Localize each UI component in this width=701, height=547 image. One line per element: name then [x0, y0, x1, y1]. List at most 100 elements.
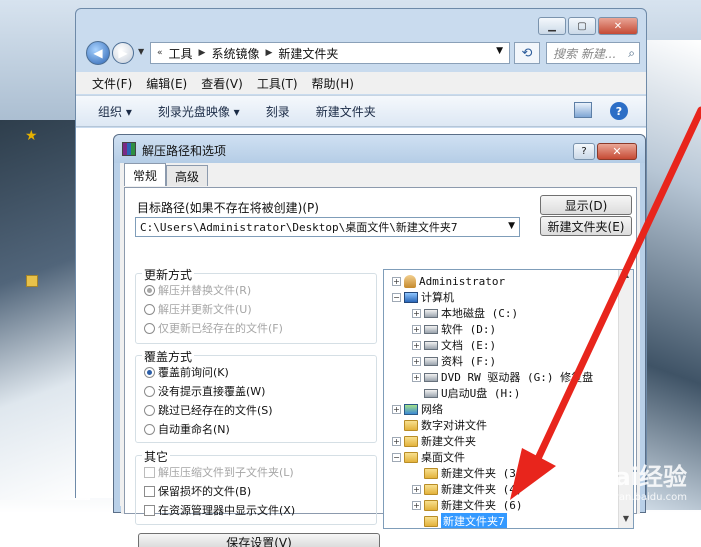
- overwrite-option-rename[interactable]: 自动重命名(N): [144, 421, 230, 437]
- overwrite-option-silent[interactable]: 没有提示直接覆盖(W): [144, 383, 265, 399]
- breadcrumb-root-chevron-icon[interactable]: «: [157, 48, 163, 58]
- tree-item-folder[interactable]: 数字对讲文件: [404, 417, 487, 433]
- tree-item-desktop-files[interactable]: − 桌面文件: [392, 449, 465, 465]
- tab-general[interactable]: 常规: [124, 163, 167, 186]
- new-folder-toolbar-button[interactable]: 新建文件夹: [316, 103, 376, 120]
- tree-item-drive-e[interactable]: + 文档 (E:): [412, 337, 496, 353]
- update-option-fresh[interactable]: 仅更新已经存在的文件(F): [144, 320, 283, 336]
- radio-icon[interactable]: [144, 366, 155, 378]
- menu-edit[interactable]: 编辑(E): [146, 75, 187, 92]
- minimize-button[interactable]: ▁: [538, 17, 566, 35]
- menu-bar: 文件(F) 编辑(E) 查看(V) 工具(T) 帮助(H): [76, 72, 646, 94]
- checkbox-icon[interactable]: [144, 504, 155, 516]
- update-mode-title: 更新方式: [142, 266, 195, 283]
- search-input[interactable]: 搜索 新建... ⌕: [546, 42, 640, 64]
- tree-item-administrator[interactable]: + Administrator: [392, 273, 505, 289]
- folder-icon: [404, 451, 418, 463]
- other-option-subfolder[interactable]: 解压压缩文件到子文件夹(L): [144, 464, 294, 480]
- other-option-keep-broken[interactable]: 保留损坏的文件(B): [144, 483, 251, 499]
- tree-item-computer[interactable]: − 计算机: [392, 289, 454, 305]
- expander-icon[interactable]: +: [412, 324, 421, 334]
- address-dropdown-icon[interactable]: ▼: [496, 46, 503, 56]
- tree-item-folder[interactable]: + 新建文件夹: [392, 433, 476, 449]
- tree-item-drive-c[interactable]: + 本地磁盘 (C:): [412, 305, 518, 321]
- show-button[interactable]: 显示(D): [540, 195, 632, 215]
- chevron-down-icon[interactable]: ▼: [508, 221, 515, 231]
- breadcrumb-item[interactable]: 系统镜像: [211, 45, 259, 62]
- target-path-combobox[interactable]: C:\Users\Administrator\Desktop\桌面文件\新建文件…: [135, 217, 520, 237]
- overwrite-option-skip[interactable]: 跳过已经存在的文件(S): [144, 402, 273, 418]
- tree-item-drive-h[interactable]: U启动U盘 (H:): [424, 385, 520, 401]
- menu-tools[interactable]: 工具(T): [257, 75, 298, 92]
- overwrite-option-ask[interactable]: 覆盖前询问(K): [144, 364, 229, 380]
- dialog-titlebar[interactable]: 解压路径和选项 ? ✕: [114, 135, 645, 163]
- navigation-bar: ◀ ▶ ▼ « 工具 ▶ 系统镜像 ▶ 新建文件夹 ▼ ⟲ 搜索 新建... ⌕: [84, 39, 640, 67]
- radio-icon[interactable]: [144, 303, 155, 315]
- expander-icon[interactable]: +: [392, 276, 401, 286]
- expander-icon[interactable]: −: [392, 452, 401, 462]
- menu-file[interactable]: 文件(F): [92, 75, 132, 92]
- dialog-close-button[interactable]: ✕: [597, 143, 637, 160]
- menu-help[interactable]: 帮助(H): [312, 75, 354, 92]
- expander-icon[interactable]: +: [392, 436, 401, 446]
- checkbox-icon[interactable]: [144, 485, 155, 497]
- folder-icon: [424, 467, 438, 479]
- scroll-up-icon[interactable]: ▲: [619, 270, 633, 284]
- forward-button[interactable]: ▶: [112, 42, 134, 64]
- tree-item-label: 数字对讲文件: [421, 419, 487, 432]
- help-icon[interactable]: ?: [610, 102, 628, 120]
- tree-item-selected-folder[interactable]: 新建文件夹7: [424, 513, 507, 528]
- new-folder-button[interactable]: 新建文件夹(E): [540, 216, 632, 236]
- breadcrumb-separator-icon[interactable]: ▶: [265, 48, 272, 58]
- checkbox-icon[interactable]: [144, 466, 155, 478]
- tree-item-label: 本地磁盘 (C:): [441, 307, 519, 320]
- tree-item-label: 文档 (E:): [441, 339, 497, 352]
- folder-icon: [424, 515, 438, 527]
- radio-icon[interactable]: [144, 423, 155, 435]
- other-option-show-in-explorer[interactable]: 在资源管理器中显示文件(X): [144, 502, 295, 518]
- breadcrumb-separator-icon[interactable]: ▶: [199, 48, 206, 58]
- radio-icon[interactable]: [144, 322, 155, 334]
- address-bar[interactable]: « 工具 ▶ 系统镜像 ▶ 新建文件夹 ▼: [150, 42, 510, 64]
- maximize-button[interactable]: ▢: [568, 17, 596, 35]
- expander-icon[interactable]: +: [392, 404, 401, 414]
- tree-item-folder[interactable]: + 新建文件夹 (4): [412, 481, 523, 497]
- radio-icon[interactable]: [144, 404, 155, 416]
- tree-item-drive-d[interactable]: + 软件 (D:): [412, 321, 496, 337]
- scroll-down-icon[interactable]: ▼: [619, 514, 633, 528]
- tab-advanced[interactable]: 高级: [166, 165, 209, 186]
- expander-icon[interactable]: +: [412, 372, 421, 382]
- expander-icon[interactable]: −: [392, 292, 401, 302]
- expander-icon[interactable]: +: [412, 340, 421, 350]
- history-dropdown-icon[interactable]: ▼: [138, 47, 144, 56]
- organize-button[interactable]: 组织 ▾: [98, 103, 132, 120]
- burn-image-button[interactable]: 刻录光盘映像 ▾: [158, 103, 240, 120]
- expander-icon[interactable]: +: [412, 308, 421, 318]
- tree-item-network[interactable]: + 网络: [392, 401, 443, 417]
- update-option-replace[interactable]: 解压并替换文件(R): [144, 282, 251, 298]
- option-label: 在资源管理器中显示文件(X): [158, 504, 296, 517]
- breadcrumb-item[interactable]: 新建文件夹: [278, 45, 338, 62]
- expander-icon[interactable]: +: [412, 356, 421, 366]
- tree-item-drive-f[interactable]: + 资料 (F:): [412, 353, 496, 369]
- tree-item-folder[interactable]: 新建文件夹 (3): [424, 465, 523, 481]
- back-button[interactable]: ◀: [86, 41, 110, 65]
- dialog-help-button[interactable]: ?: [573, 143, 595, 160]
- save-settings-button[interactable]: 保存设置(V): [138, 533, 380, 547]
- update-mode-group: 更新方式 解压并替换文件(R) 解压并更新文件(U) 仅更新已经存在的文件(F): [135, 266, 377, 344]
- tree-item-folder[interactable]: + 新建文件夹 (6): [412, 497, 523, 513]
- close-button[interactable]: ✕: [598, 17, 638, 35]
- expander-icon[interactable]: +: [412, 500, 421, 510]
- menu-view[interactable]: 查看(V): [201, 75, 243, 92]
- radio-icon[interactable]: [144, 385, 155, 397]
- change-view-icon[interactable]: [574, 102, 592, 118]
- expander-icon[interactable]: +: [412, 484, 421, 494]
- radio-icon[interactable]: [144, 284, 155, 296]
- tree-item-drive-g[interactable]: + DVD RW 驱动器 (G:) 修复盘: [412, 369, 593, 385]
- burn-button[interactable]: 刻录: [266, 103, 290, 120]
- other-options-group: 其它 解压压缩文件到子文件夹(L) 保留损坏的文件(B) 在资源管理器中显示文件…: [135, 448, 377, 525]
- update-option-update[interactable]: 解压并更新文件(U): [144, 301, 252, 317]
- breadcrumb-item[interactable]: 工具: [169, 45, 193, 62]
- refresh-button[interactable]: ⟲: [514, 42, 540, 64]
- dvd-icon: [424, 372, 438, 382]
